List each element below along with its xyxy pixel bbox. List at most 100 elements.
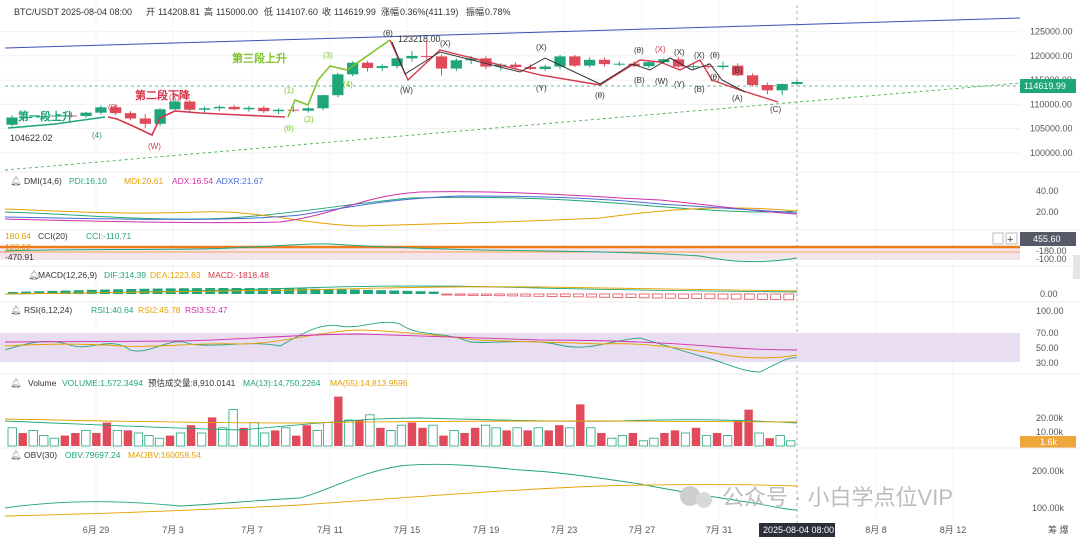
volume-bar — [71, 433, 80, 446]
candle-body — [95, 107, 107, 113]
rsi-1: RSI1:40.64 — [91, 305, 134, 315]
rsi-tick: 50.00 — [1036, 343, 1059, 353]
candle-body — [598, 59, 611, 65]
header-open-label: 开 — [146, 7, 155, 17]
volume-bar — [144, 435, 154, 447]
candle-body — [80, 112, 92, 117]
candle-body — [435, 56, 448, 69]
wave-marker: (B) — [732, 66, 743, 75]
candle-body — [361, 62, 374, 69]
volume-bar — [733, 420, 743, 446]
volume-bar — [228, 409, 238, 447]
candle-body — [228, 106, 240, 110]
volume-ma13: MA(13):14,750.2264 — [243, 378, 321, 388]
candle-body — [169, 101, 181, 110]
volume-tick: 20.00k — [1036, 413, 1064, 423]
rsi-2: RSI2:45.78 — [138, 305, 181, 315]
macd-bar — [573, 293, 584, 298]
macd-bar — [704, 293, 716, 300]
wave-marker: (X) — [655, 45, 666, 54]
volume-bar — [701, 435, 712, 447]
volume-bar — [133, 432, 144, 447]
wave1-label: 第一段上升 — [18, 109, 73, 123]
header-close-label: 收 — [322, 6, 331, 17]
volume-bar — [418, 427, 427, 446]
x-tick: 7月 19 — [473, 525, 500, 535]
candle-body — [213, 106, 225, 109]
macd-bar — [638, 293, 650, 299]
macd-bar — [349, 289, 360, 294]
last-price-value: 114619.99 — [1024, 81, 1066, 91]
dmi-title: DMI(14,6) — [24, 176, 62, 186]
wave-marker: (θ) — [284, 124, 294, 133]
candle-body — [184, 101, 196, 110]
volume-bar — [565, 427, 575, 447]
volume-bar — [449, 429, 459, 447]
candle-body — [746, 75, 759, 86]
header-close: 114619.99 — [334, 7, 376, 17]
volume-bar — [396, 424, 407, 447]
volume-bar — [460, 433, 469, 446]
volume-bar — [576, 404, 585, 446]
candle-body — [643, 62, 655, 67]
x-tick: 7月 27 — [629, 525, 656, 535]
candle-body — [406, 55, 418, 59]
macd-bar — [744, 293, 755, 300]
volume-value: VOLUME:1,572.3494 — [62, 378, 143, 388]
cci-collapse-button[interactable] — [992, 232, 1004, 245]
wave-marker: (X) — [169, 93, 180, 102]
macd-bar — [757, 293, 768, 300]
header-high-label: 高 — [204, 6, 213, 17]
wave3-label: 第三段上升 — [232, 51, 287, 65]
candle-body — [569, 56, 581, 66]
volume-bar — [39, 435, 49, 447]
volume-bar — [302, 425, 311, 446]
rsi-3: RSI3:52.47 — [185, 305, 228, 315]
macd-bar — [297, 288, 308, 294]
macd-bar — [441, 293, 453, 296]
corner-label: 筹 爆 — [1048, 524, 1069, 535]
volume-bar — [607, 437, 617, 447]
volume-bell-icon: 🔔︎ — [10, 378, 21, 388]
volume-bar — [207, 417, 217, 446]
x-tick: 7月 15 — [394, 525, 421, 535]
wave-marker: (θ) — [634, 46, 644, 55]
volume-bar — [92, 433, 101, 446]
price-tick: 125000.00 — [1030, 27, 1073, 37]
wave-marker: (Y) — [674, 80, 685, 89]
macd-bar — [586, 293, 597, 298]
wave-marker: (θ) — [710, 73, 720, 82]
dmi-pdi-line — [4, 196, 798, 220]
volume-bar — [196, 432, 207, 447]
wave-marker: (3) — [323, 51, 333, 60]
macd-bar — [520, 293, 532, 297]
cci-panel: 180.64 CCI(20) CCI:-110.71 123.12 -470.9… — [0, 229, 1080, 264]
plus-icon: + — [1007, 234, 1013, 246]
volume-bar — [281, 427, 291, 447]
volume-bar — [217, 427, 228, 447]
volume-bar — [744, 409, 753, 446]
volume-bar — [512, 427, 522, 447]
macd-bar — [783, 293, 795, 301]
macd-tick: 0.00 — [1040, 289, 1058, 299]
macd-bar — [454, 293, 466, 296]
macd-value: MACD:-1818.48 — [208, 270, 269, 280]
price-tick: 120000.00 — [1030, 51, 1073, 61]
macd-bar — [415, 291, 426, 294]
rsi-panel: 🔔︎ RSI(6,12,24) RSI1:40.64 RSI2:45.78 RS… — [0, 301, 1080, 373]
candle-body — [317, 95, 329, 109]
x-tick: 6月 29 — [83, 525, 110, 535]
x-tick: 7月 11 — [317, 525, 343, 535]
macd-bar — [533, 293, 545, 297]
dmi-mdi-line — [4, 207, 798, 227]
obv-value: OBV:79697.24 — [65, 450, 121, 460]
volume-bar — [271, 430, 280, 446]
volume-bar — [355, 420, 364, 446]
watermark-text: 公众号 · 小白学点位VIP — [722, 485, 953, 510]
wave-marker: (C) — [770, 105, 781, 114]
candle-body — [539, 66, 551, 70]
scroll-handle[interactable] — [1073, 255, 1080, 279]
volume-bar — [112, 429, 123, 447]
header-datetime: 2025-08-04 08:00 — [61, 7, 132, 17]
volume-bar — [712, 433, 722, 446]
